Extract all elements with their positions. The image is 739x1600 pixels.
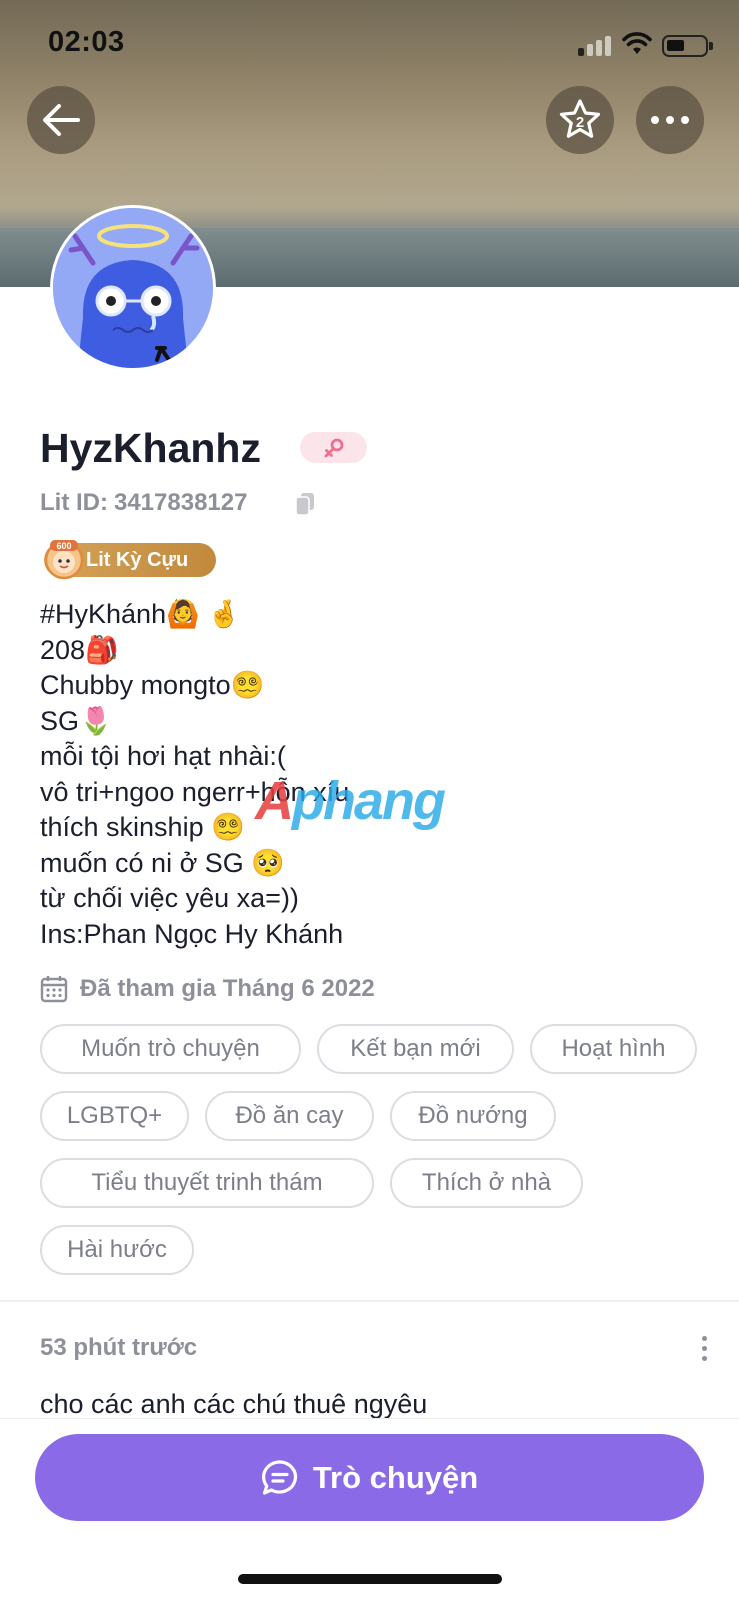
star-badge-number: 2 xyxy=(576,114,584,131)
lit-id-value: 3417838127 xyxy=(113,489,248,516)
bio-line: Ins:Phan Ngọc Hy Khánh xyxy=(40,918,344,949)
gender-badge xyxy=(300,432,367,463)
wifi-icon xyxy=(622,32,652,54)
avatar-illustration xyxy=(53,208,213,368)
calendar-icon xyxy=(40,976,68,1003)
rank-medal-icon: 600 xyxy=(44,540,84,580)
joined-date: Đã tham gia Tháng 6 2022 xyxy=(40,975,375,1003)
interest-tag[interactable]: Tiểu thuyết trinh thám xyxy=(40,1158,374,1208)
interest-tag[interactable]: Đồ ăn cay xyxy=(205,1091,374,1141)
female-symbol-icon xyxy=(324,438,343,457)
interest-tag[interactable]: Đồ nướng xyxy=(390,1091,556,1141)
interest-tag[interactable]: Muốn trò chuyện xyxy=(40,1024,301,1074)
chat-button[interactable]: Trò chuyện xyxy=(35,1434,704,1521)
watermark-logo: Aphang xyxy=(255,770,446,832)
interest-tag[interactable]: Hài hước xyxy=(40,1225,194,1275)
watermark-rest: phang xyxy=(292,771,446,831)
home-indicator xyxy=(238,1574,502,1584)
bio-line: #HyKhánh🙆 🤞 xyxy=(40,599,241,629)
interest-tag[interactable]: Thích ở nhà xyxy=(390,1158,583,1208)
rank-medal-number: 600 xyxy=(56,541,71,551)
star-badge-icon: 2 xyxy=(559,99,601,138)
more-options-button[interactable] xyxy=(636,86,704,154)
joined-text: Đã tham gia Tháng 6 2022 xyxy=(80,975,375,1002)
status-time: 02:03 xyxy=(48,26,125,58)
bio-line: muốn có ni ở SG 🥺 xyxy=(40,847,285,878)
chat-button-label: Trò chuyện xyxy=(312,1459,479,1495)
section-divider xyxy=(0,1300,739,1302)
bio-line: từ chối việc yêu xa=)) xyxy=(40,883,299,913)
status-bar: 02:03 xyxy=(0,0,739,90)
avatar[interactable] xyxy=(50,205,216,371)
watermark-prefix: A xyxy=(255,771,294,831)
post-text[interactable]: cho các anh các chú thuê ngyêu xyxy=(40,1389,427,1420)
profile-name: HyzKhanhz xyxy=(40,425,261,471)
lit-id-label: Lit ID: xyxy=(40,489,108,516)
bio-line: Chubby mongto😵‍💫 xyxy=(40,670,265,700)
rank-label: Lit Kỳ Cựu xyxy=(86,548,189,571)
back-button[interactable] xyxy=(27,86,95,154)
bio-line: SG🌷 xyxy=(40,705,113,736)
battery-icon xyxy=(662,35,713,57)
interest-tag[interactable]: Hoạt hình xyxy=(530,1024,697,1074)
bio-line: 208🎒 xyxy=(40,634,119,665)
interest-tag[interactable]: Kết bạn mới xyxy=(317,1024,514,1074)
chat-bubble-icon xyxy=(261,1459,297,1495)
lit-id: Lit ID: 3417838127 xyxy=(40,489,247,517)
more-horizontal-icon xyxy=(651,116,689,124)
post-time: 53 phút trước xyxy=(40,1334,198,1361)
interest-tag[interactable]: LGBTQ+ xyxy=(40,1091,189,1141)
favorite-button[interactable]: 2 xyxy=(546,86,614,154)
signal-icon xyxy=(578,36,614,56)
copy-icon[interactable] xyxy=(295,492,315,516)
arrow-left-icon xyxy=(43,104,80,136)
post-more-icon[interactable] xyxy=(702,1336,708,1362)
